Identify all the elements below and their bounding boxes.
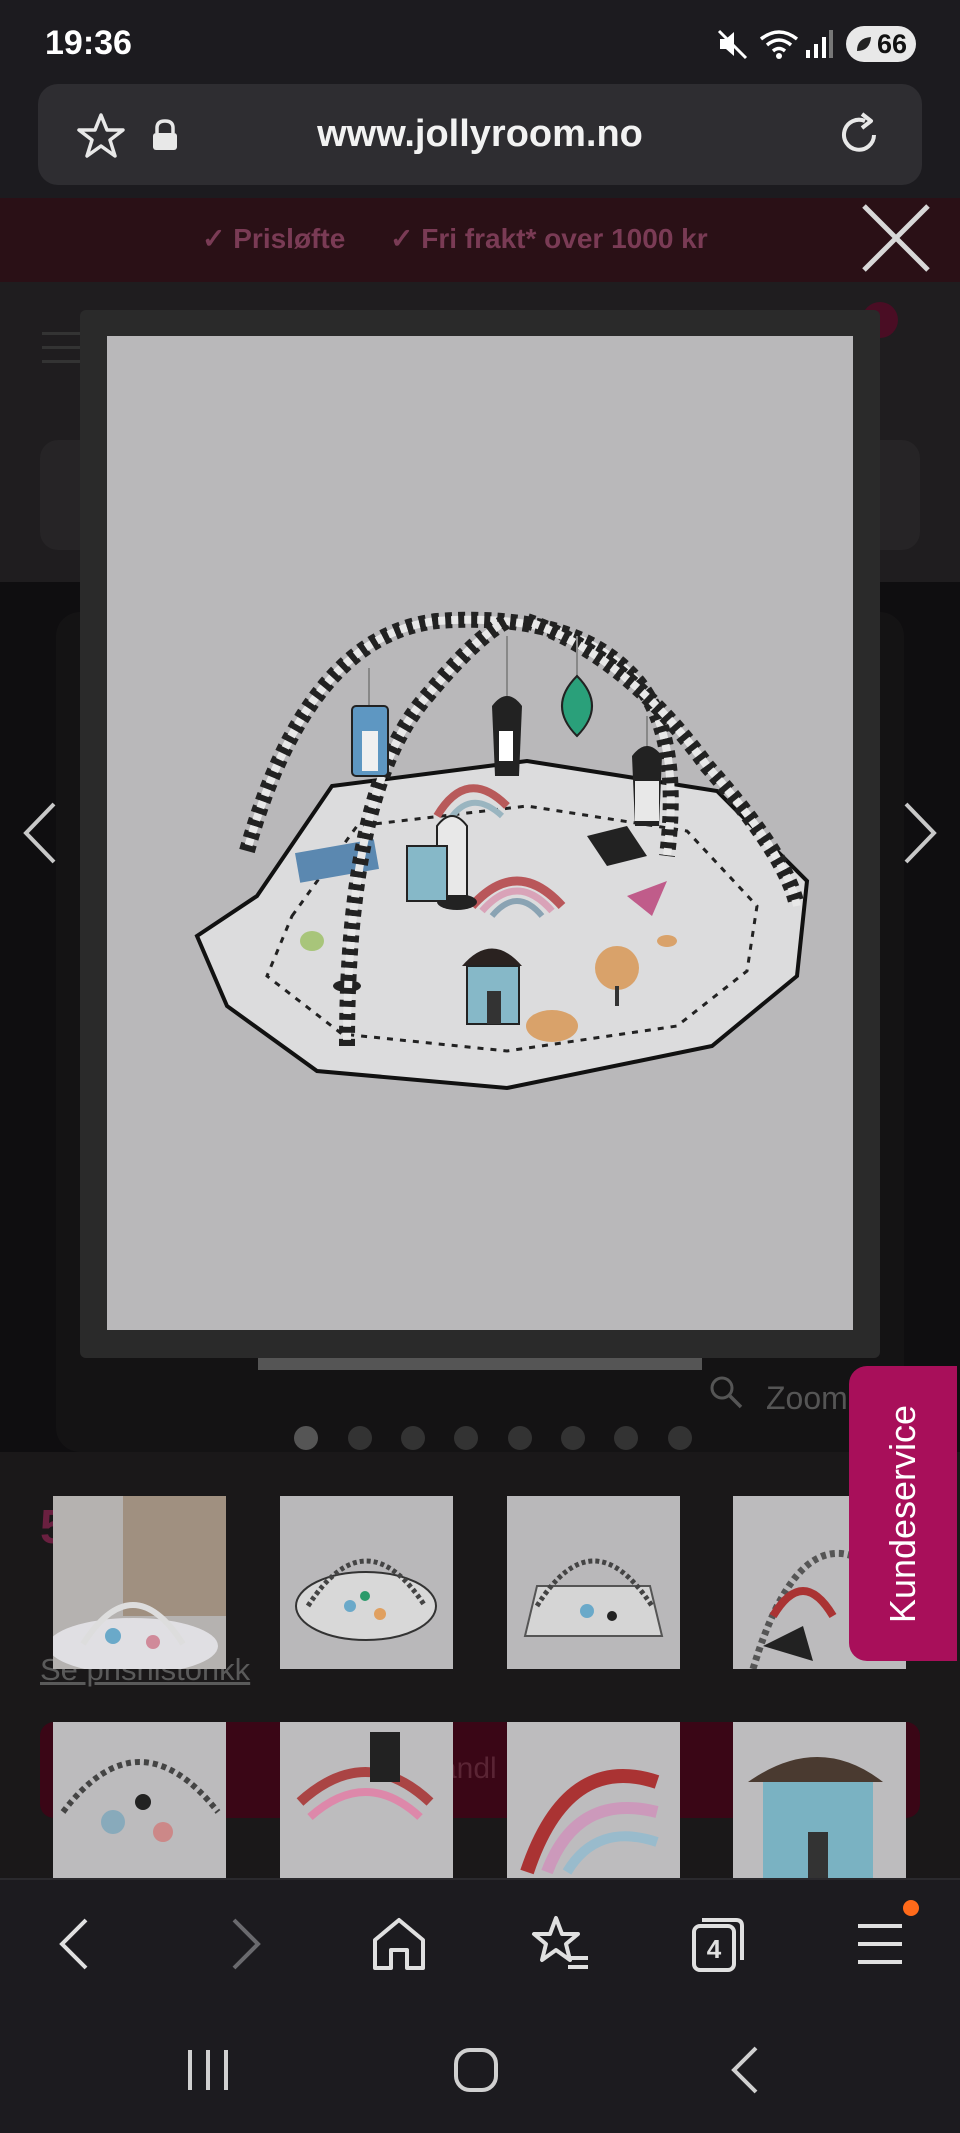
thumbnail[interactable] — [733, 1722, 906, 1878]
battery-indicator: 66 — [846, 26, 916, 62]
customer-service-label: Kundeservice — [882, 1404, 924, 1623]
bookmarks-icon[interactable] — [526, 1910, 594, 1978]
thumbnail-image — [280, 1722, 453, 1878]
customer-service-label-wrap: Kundeservice — [849, 1366, 957, 1661]
url-text[interactable]: www.jollyroom.no — [38, 84, 922, 185]
carousel-dot[interactable] — [508, 1426, 532, 1450]
back-icon[interactable] — [44, 1910, 112, 1978]
status-time: 19:36 — [45, 24, 132, 62]
promo-price-promise-label: Prisløfte — [233, 223, 346, 254]
zoom-label: Zoom — [766, 1380, 848, 1416]
site-menu-icon — [42, 332, 82, 363]
promo-free-shipping-label: Fri frakt* over 1000 kr — [421, 223, 708, 254]
thumbnail[interactable] — [280, 1496, 453, 1669]
signal-icon — [806, 30, 833, 58]
zoom-icon — [710, 1376, 743, 1409]
reload-icon[interactable] — [834, 110, 884, 160]
thumbnail-image — [507, 1722, 680, 1878]
carousel-dot[interactable] — [561, 1426, 585, 1450]
image-scrollbar — [258, 1356, 702, 1370]
leaf-icon — [857, 37, 871, 51]
recent-apps-icon[interactable] — [178, 2040, 238, 2100]
carousel-dot[interactable] — [614, 1426, 638, 1450]
system-back-icon[interactable] — [716, 2040, 776, 2100]
menu-icon[interactable] — [846, 1910, 914, 1978]
battery-level: 66 — [876, 28, 907, 59]
check-icon: ✓ — [202, 223, 234, 254]
carousel-dot[interactable] — [454, 1426, 478, 1450]
thumbnail[interactable] — [280, 1722, 453, 1878]
tabs-count: 4 — [707, 1934, 722, 1964]
close-icon[interactable] — [858, 200, 934, 276]
thumbnail[interactable] — [507, 1496, 680, 1669]
thumbnail[interactable] — [507, 1722, 680, 1878]
carousel-dot[interactable] — [294, 1426, 318, 1450]
thumbnail[interactable] — [53, 1496, 226, 1669]
playmat-product-image — [194, 611, 810, 1091]
mute-icon — [717, 29, 748, 60]
forward-icon[interactable] — [208, 1910, 276, 1978]
tabs-icon[interactable]: 4 — [684, 1910, 752, 1978]
promo-price-promise: ✓ Prisløfte — [202, 222, 345, 255]
home-icon[interactable] — [365, 1910, 433, 1978]
thumbnail-image — [733, 1722, 906, 1878]
promo-free-shipping: ✓ Fri frakt* over 1000 kr — [390, 222, 708, 255]
wifi-icon — [759, 30, 799, 59]
thumbnail-image — [507, 1496, 680, 1669]
carousel-dot[interactable] — [348, 1426, 372, 1450]
home-button-icon[interactable] — [446, 2040, 506, 2100]
screen: 19:36 66 www.jollyroom.no ✓ Prisløfte ✓ … — [0, 0, 960, 2133]
chevron-left-icon[interactable] — [18, 800, 62, 866]
check-icon: ✓ — [390, 223, 422, 254]
browser-toolbar — [0, 1878, 960, 2008]
chevron-right-icon[interactable] — [898, 800, 942, 866]
thumbnail-image — [280, 1496, 453, 1669]
address-bar[interactable]: www.jollyroom.no — [38, 84, 922, 185]
carousel-dot[interactable] — [668, 1426, 692, 1450]
customer-service-tab[interactable]: Kundeservice — [849, 1366, 957, 1661]
lightbox-image — [107, 336, 853, 1330]
carousel-dot[interactable] — [401, 1426, 425, 1450]
thumbnail-image — [53, 1496, 226, 1669]
thumbnail-image — [53, 1722, 226, 1878]
thumbnail[interactable] — [53, 1722, 226, 1878]
notification-dot — [903, 1900, 919, 1916]
